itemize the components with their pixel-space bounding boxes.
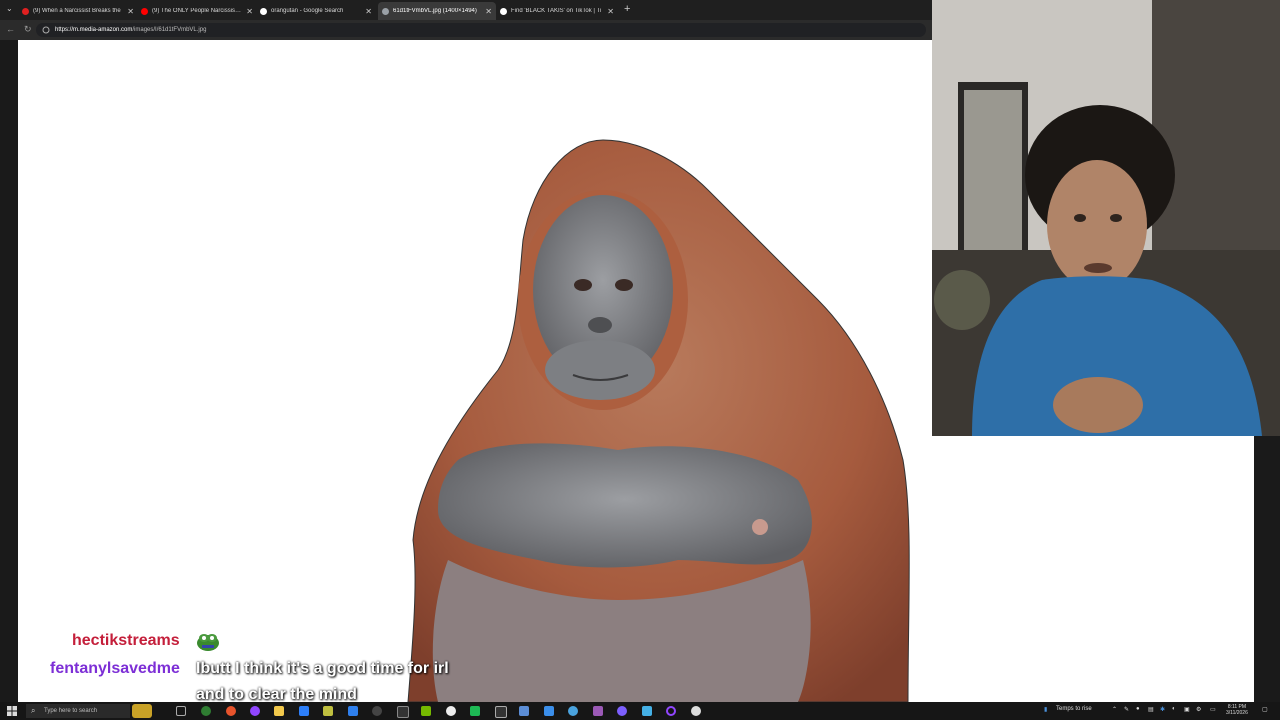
taskbar-search-box[interactable]: ⌕ Type here to search [26,704,152,718]
webcam-feed [932,0,1280,436]
tab-search-chevron-icon[interactable]: ⌄ [6,4,13,13]
tab-3-title: orangutan - Google Search [271,8,344,14]
app-icon-1[interactable] [201,706,211,716]
task-view-icon[interactable] [176,706,186,716]
right-dark-strip [1254,436,1280,702]
app-icon-12[interactable] [470,706,480,716]
app-icon-5[interactable] [299,706,309,716]
app-icon-6[interactable] [323,706,333,716]
chat-message-line-1: Ibutt I think it's a good time for irl [196,660,449,677]
file-explorer-icon[interactable] [274,706,284,716]
image-viewer-page [18,40,932,702]
app-icon-7[interactable] [348,706,358,716]
github-icon[interactable] [446,706,456,716]
search-icon: ⌕ [31,706,36,715]
chat-username-2: fentanylsavedme [50,660,180,677]
notification-icon[interactable]: ▢ [1262,706,1268,713]
app-icon-8[interactable] [372,706,382,716]
tab-4-active[interactable]: 61d1tFVmbVL.jpg (1400×1494) ✕ [378,2,496,20]
clock-date: 3/11/2026 [1226,710,1248,716]
windows-start-icon[interactable] [7,706,17,716]
tab-4-title: 61d1tFVmbVL.jpg (1400×1494) [393,8,477,14]
search-highlight-icon [132,704,152,718]
youtube-favicon-icon [141,7,148,15]
pepe-emote-icon [197,634,219,651]
streamer-video [932,0,1280,436]
orangutan-photo [407,139,910,702]
app-icon-9[interactable] [397,706,409,718]
close-tab-icon[interactable]: ✕ [607,7,614,16]
youtube-favicon-icon [22,7,29,15]
google-favicon-icon [260,7,267,15]
tab-1-title: (9) When a Narcissist Breaks the [33,8,121,14]
chrome-icon[interactable] [226,706,236,716]
display-icon[interactable]: ▣ [1184,706,1190,713]
app-icon-17[interactable] [593,706,603,716]
app-icon-13[interactable] [495,706,507,718]
nvidia-icon[interactable] [421,706,431,716]
url-text: https://m.media-amazon.com/images/I/61d1… [55,27,206,33]
settings-icon[interactable]: ⚙ [1196,706,1201,713]
app-icon-14[interactable] [519,706,529,716]
address-bar[interactable]: https://m.media-amazon.com/images/I/61d1… [36,23,926,37]
url-host: https://m.media-amazon.com [55,27,133,33]
close-tab-icon[interactable]: ✕ [246,7,253,16]
right-page-area [932,436,1254,702]
mic-icon[interactable]: ● [1136,706,1140,712]
weather-text[interactable]: Temps to rise [1056,706,1092,712]
navigation-bar: ← ↻ https://m.media-amazon.com/images/I/… [0,20,932,40]
close-tab-icon[interactable]: ✕ [365,7,372,16]
pen-icon[interactable]: ✎ [1124,706,1129,713]
tiktok-favicon-icon [500,7,507,15]
left-dark-strip [0,40,18,702]
search-placeholder: Type here to search [44,708,98,714]
tab-5-title: Find 'BLACK TAKIS' on TikTok | Ti [511,8,602,14]
keyboard-icon[interactable]: ▭ [1210,706,1216,713]
chat-username-1: hectikstreams [72,632,180,649]
new-tab-plus-icon[interactable]: + [624,3,630,15]
app-icon-18[interactable] [617,706,627,716]
app-icon-16[interactable] [568,706,578,716]
close-tab-icon[interactable]: ✕ [127,7,134,16]
bluetooth-icon[interactable]: ✱ [1160,706,1165,713]
back-arrow-icon[interactable]: ← [6,24,15,34]
obs-icon[interactable] [666,706,676,716]
clock[interactable]: 8:11 PM 3/11/2026 [1226,704,1248,716]
weather-icon[interactable]: ▮ [1044,706,1047,713]
network-icon[interactable]: ▤ [1148,706,1154,713]
close-tab-icon[interactable]: ✕ [485,7,492,16]
tab-3[interactable]: orangutan - Google Search ✕ [260,2,376,20]
volume-icon[interactable]: ◐ [1172,706,1176,712]
tab-2[interactable]: (9) The ONLY People Narcissists S ✕ [141,2,257,20]
app-icon-19[interactable] [642,706,652,716]
twitch-icon[interactable] [250,706,260,716]
url-path: /images/I/61d1tFVmbVL.jpg [132,27,207,33]
steam-icon[interactable] [691,706,701,716]
tab-1[interactable]: (9) When a Narcissist Breaks the ✕ [22,2,138,20]
windows-taskbar: ⌕ Type here to search ▮ Temps to rise ⌃ … [0,702,1280,720]
globe-favicon-icon [382,7,389,15]
reload-icon[interactable]: ↻ [24,24,32,35]
app-icon-15[interactable] [544,706,554,716]
tab-2-title: (9) The ONLY People Narcissists S [152,8,243,14]
tab-5[interactable]: Find 'BLACK TAKIS' on TikTok | Ti ✕ [500,2,618,20]
tray-overflow-icon[interactable]: ⌃ [1112,706,1117,713]
site-info-icon[interactable] [42,26,50,34]
